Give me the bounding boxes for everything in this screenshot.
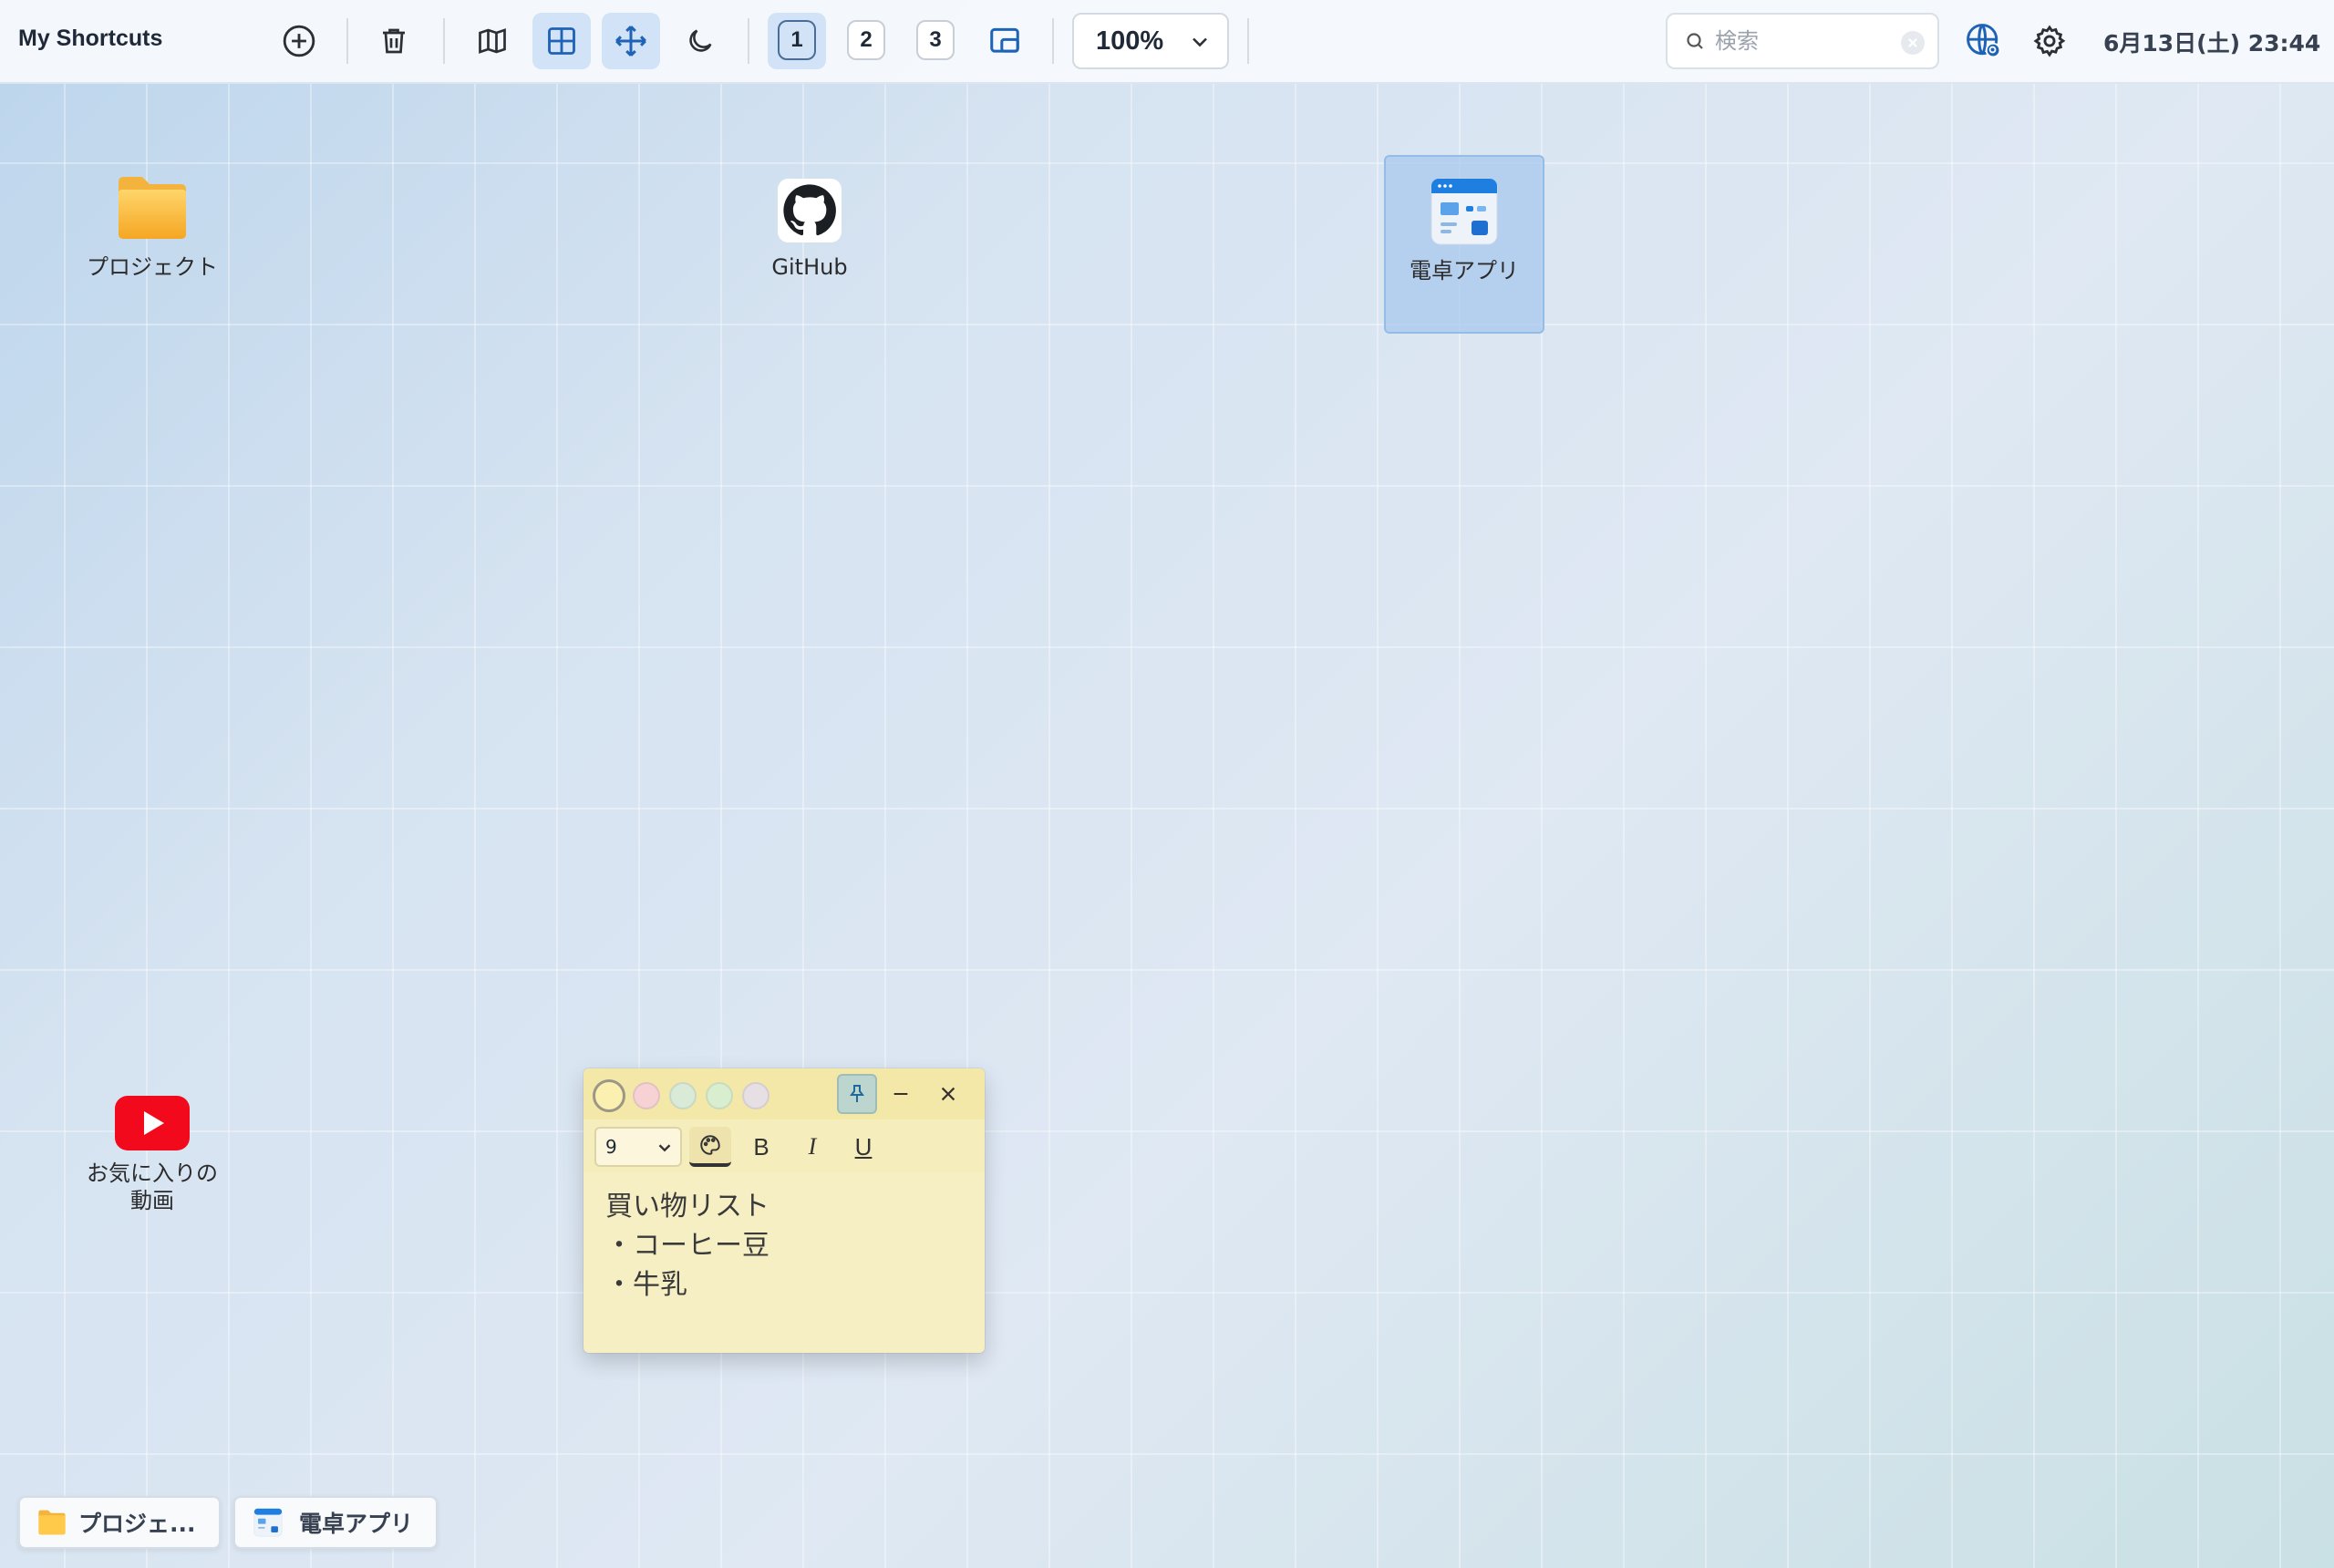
close-icon (1908, 38, 1917, 47)
taskbar-item-project[interactable]: プロジェ... (18, 1496, 221, 1549)
font-size-value: 9 (605, 1136, 617, 1158)
toolbar-divider (346, 18, 348, 64)
shortcut-label: プロジェクト (87, 254, 218, 280)
delete-button[interactable] (365, 13, 423, 69)
map-icon (479, 28, 506, 54)
shortcut-github[interactable]: GitHub (729, 179, 890, 281)
move-mode-button[interactable] (602, 13, 660, 69)
shortcut-project-folder[interactable]: プロジェクト (72, 173, 232, 281)
search-icon (1687, 33, 1703, 49)
text-color-button[interactable] (689, 1127, 731, 1167)
folder-icon (38, 1510, 66, 1535)
search-input[interactable] (1713, 27, 1881, 55)
italic-button[interactable]: I (791, 1127, 833, 1167)
map-view-button[interactable] (463, 13, 522, 69)
globe-search-icon (1967, 24, 2001, 58)
note-format-toolbar: 9 B I U (584, 1119, 985, 1172)
pin-note-button[interactable] (837, 1074, 877, 1114)
taskbar-item-calculator[interactable]: 電卓アプリ (233, 1496, 438, 1549)
grid-icon (548, 27, 575, 55)
toolbar-divider (748, 18, 749, 64)
note-color-mint[interactable] (669, 1082, 697, 1109)
note-header[interactable] (584, 1068, 985, 1119)
app-title: My Shortcuts (18, 26, 163, 51)
calculator-app-icon (253, 1508, 283, 1537)
note-color-pink[interactable] (633, 1082, 660, 1109)
shortcut-label: 電卓アプリ (1410, 258, 1519, 284)
clear-search-button[interactable] (1901, 31, 1925, 55)
note-text-area[interactable]: 買い物リスト ・コーヒー豆 ・牛乳 (605, 1187, 970, 1305)
web-search-button[interactable] (1955, 13, 2013, 69)
top-toolbar: My Shortcuts 1 2 3 100% 検索 6月13日(土) 23:4… (0, 0, 2334, 84)
note-color-lavender[interactable] (742, 1082, 769, 1109)
workspace-3-button[interactable]: 3 (916, 20, 955, 60)
toolbar-divider (1052, 18, 1054, 64)
gear-icon (2033, 25, 2066, 57)
underline-button[interactable]: U (842, 1127, 884, 1167)
trash-icon (383, 28, 405, 54)
window-icon (990, 27, 1019, 53)
sticky-note: 9 B I U 買い物リスト ・コーヒー豆 ・牛乳 (584, 1068, 985, 1353)
shortcut-label-line1: お気に入りの (87, 1161, 218, 1186)
window-layout-button[interactable] (976, 13, 1034, 69)
folder-icon (119, 177, 186, 239)
moon-icon (689, 29, 712, 52)
toolbar-divider (1247, 18, 1249, 64)
minimize-note-button[interactable] (881, 1074, 921, 1114)
zoom-select[interactable]: 100% (1072, 13, 1229, 69)
youtube-icon (115, 1096, 190, 1150)
taskbar-label: 電卓アプリ (299, 1511, 414, 1537)
chevron-down-icon (658, 1144, 671, 1152)
datetime: 6月13日(土) 23:44 (2103, 30, 2321, 57)
shortcut-label: GitHub (771, 254, 848, 280)
github-icon (778, 179, 842, 242)
shortcut-favorite-video[interactable]: お気に入りの 動画 (72, 1094, 232, 1214)
font-size-select[interactable]: 9 (594, 1127, 682, 1167)
shortcut-label-line2: 動画 (130, 1188, 174, 1213)
workspace-1-button[interactable]: 1 (778, 20, 816, 60)
add-icon (283, 25, 315, 57)
chevron-down-icon (1193, 37, 1207, 47)
desktop-grid (0, 84, 2334, 1568)
toolbar-divider (443, 18, 445, 64)
zoom-value: 100% (1096, 26, 1164, 56)
palette-icon (700, 1135, 720, 1155)
move-icon (615, 26, 646, 57)
note-line: ・コーヒー豆 (605, 1230, 769, 1262)
close-icon (941, 1087, 955, 1101)
note-line: ・牛乳 (605, 1269, 687, 1301)
pin-icon (850, 1085, 864, 1102)
note-color-green[interactable] (706, 1082, 733, 1109)
shortcut-calculator-app[interactable]: 電卓アプリ (1384, 155, 1544, 334)
bold-button[interactable]: B (740, 1127, 782, 1167)
minimize-icon (893, 1092, 908, 1096)
grid-snap-button[interactable] (532, 13, 591, 69)
search-box (1666, 13, 1939, 69)
calculator-app-icon (1430, 178, 1498, 245)
settings-button[interactable] (2020, 13, 2079, 69)
taskbar-label: プロジェ... (78, 1511, 196, 1537)
note-color-yellow[interactable] (593, 1079, 625, 1112)
close-note-button[interactable] (928, 1074, 968, 1114)
add-shortcut-button[interactable] (270, 13, 328, 69)
dark-mode-button[interactable] (671, 13, 729, 69)
note-line: 買い物リスト (605, 1191, 769, 1222)
workspace-2-button[interactable]: 2 (847, 20, 885, 60)
